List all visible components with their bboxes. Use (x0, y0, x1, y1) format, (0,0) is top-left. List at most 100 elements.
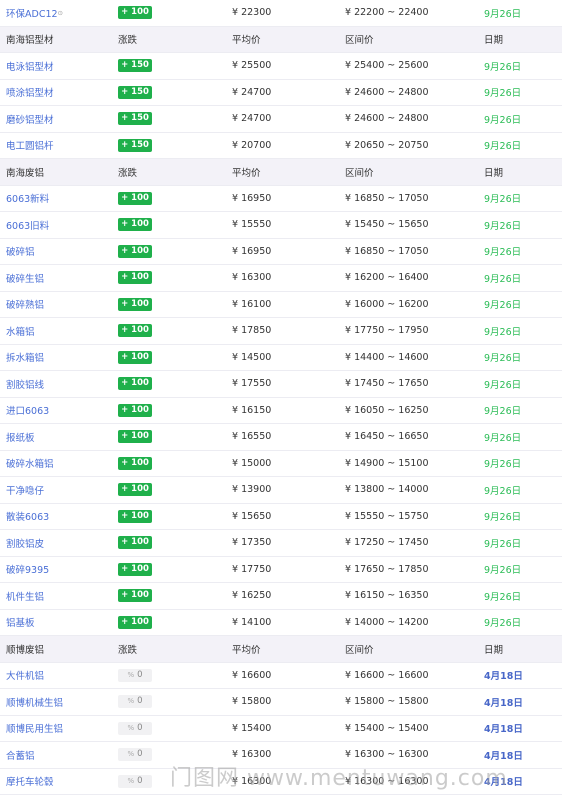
column-header-date: 日期 (484, 644, 504, 656)
avg-price: ¥ 17850 (232, 325, 272, 337)
price-range: ¥ 16850 ~ 17050 (345, 245, 429, 257)
change-flat-badge: % 0 (118, 668, 152, 682)
product-cell: 破碎熟铝 (6, 292, 44, 318)
product-cell: 机件生铝 (6, 583, 44, 609)
change-up-badge: + 150 (118, 112, 152, 126)
table-row: 报纸板 + 100 ¥ 16550 ¥ 16450 ~ 16650 9月26日 (0, 424, 562, 451)
product-link[interactable]: 电工圆铝杆 (6, 138, 54, 152)
price-range: ¥ 16000 ~ 16200 (345, 298, 429, 310)
change-up-badge: + 100 (118, 403, 152, 417)
product-link[interactable]: 割胶铝皮 (6, 536, 44, 550)
price-range: ¥ 15450 ~ 15650 (345, 219, 429, 231)
update-date: 9月26日 (484, 88, 522, 100)
change-cell: + 100 (118, 398, 152, 424)
change-up-badge: + 100 (118, 6, 152, 20)
update-date: 9月26日 (484, 538, 522, 550)
avg-price: ¥ 16300 (232, 272, 272, 284)
product-link[interactable]: 电泳铝型材 (6, 59, 54, 73)
update-date: 9月26日 (484, 565, 522, 577)
change-value: 0 (137, 775, 143, 786)
product-link[interactable]: 磨砂铝型材 (6, 112, 54, 126)
price-range: ¥ 17450 ~ 17650 (345, 378, 429, 390)
price-range: ¥ 15400 ~ 15400 (345, 722, 429, 734)
product-link[interactable]: 铝基板 (6, 615, 35, 629)
product-cell: 铝基板 (6, 610, 35, 636)
table-row: 破碎生铝 + 100 ¥ 16300 ¥ 16200 ~ 16400 9月26日 (0, 265, 562, 292)
price-range: ¥ 24600 ~ 24800 (345, 86, 429, 98)
column-header-avg: 平均价 (232, 35, 261, 47)
product-cell: 合蓄铝 (6, 742, 35, 768)
product-link[interactable]: 进口6063 (6, 403, 49, 417)
change-cell: + 100 (118, 451, 152, 477)
category-title: 南海废铝 (6, 167, 45, 179)
price-range: ¥ 14900 ~ 15100 (345, 457, 429, 469)
product-link[interactable]: 报纸板 (6, 430, 35, 444)
product-link[interactable]: 6063新料 (6, 191, 49, 205)
price-range: ¥ 25400 ~ 25600 (345, 60, 429, 72)
change-value: 0 (137, 722, 143, 733)
update-date: 9月26日 (484, 379, 522, 391)
update-date: 9月26日 (484, 141, 522, 153)
column-header-change: 涨跌 (118, 167, 138, 179)
table-row: 电工圆铝杆 + 150 ¥ 20700 ¥ 20650 ~ 20750 9月26日 (0, 133, 562, 159)
product-link[interactable]: 干净喼仔 (6, 483, 44, 497)
product-link[interactable]: 大件机铝 (6, 668, 44, 682)
price-range: ¥ 17650 ~ 17850 (345, 563, 429, 575)
change-value: 0 (137, 669, 143, 680)
product-cell: 破碎9395 (6, 557, 49, 583)
change-flat-badge: % 0 (118, 748, 152, 762)
product-link[interactable]: 拆水箱铝 (6, 350, 44, 364)
change-cell: + 100 (118, 186, 152, 212)
product-cell: 割胶铝皮 (6, 530, 44, 556)
product-link[interactable]: 破碎熟铝 (6, 297, 44, 311)
product-link[interactable]: 合蓄铝 (6, 748, 35, 762)
avg-price: ¥ 16100 (232, 298, 272, 310)
product-link[interactable]: 环保ADC12 (6, 6, 58, 20)
table-row: 铝基板 + 100 ¥ 14100 ¥ 14000 ~ 14200 9月26日 (0, 610, 562, 636)
product-cell: 报纸板 (6, 424, 35, 450)
product-cell: 破碎水箱铝 (6, 451, 54, 477)
product-link[interactable]: 水箱铝 (6, 324, 35, 338)
product-link[interactable]: 机件生铝 (6, 589, 44, 603)
change-cell: + 150 (118, 106, 152, 132)
avg-price: ¥ 20700 (232, 139, 272, 151)
product-link[interactable]: 破碎9395 (6, 562, 49, 576)
change-up-badge: + 100 (118, 615, 152, 629)
price-range: ¥ 16200 ~ 16400 (345, 272, 429, 284)
price-range: ¥ 15550 ~ 15750 (345, 510, 429, 522)
product-link[interactable]: 顺博机械生铝 (6, 695, 63, 709)
product-link[interactable]: 6063旧料 (6, 218, 49, 232)
change-cell: + 100 (118, 212, 152, 238)
category-title: 南海铝型材 (6, 35, 54, 47)
section-header: 南海废铝 涨跌 平均价 区间价 日期 (0, 159, 562, 186)
change-up-badge: + 100 (118, 271, 152, 285)
product-cell: 磨砂铝型材 (6, 106, 54, 132)
product-link[interactable]: 破碎铝 (6, 244, 35, 258)
change-value: 0 (137, 749, 143, 760)
avg-price: ¥ 17350 (232, 537, 272, 549)
product-link[interactable]: 割胶铝线 (6, 377, 44, 391)
avg-price: ¥ 15000 (232, 457, 272, 469)
table-row: 破碎9395 + 100 ¥ 17750 ¥ 17650 ~ 17850 9月26日 (0, 557, 562, 583)
avg-price: ¥ 25500 (232, 60, 272, 72)
product-link[interactable]: 顺博民用生铝 (6, 721, 63, 735)
product-link[interactable]: 摩托车轮毂 (6, 774, 54, 788)
change-cell: % 0 (118, 742, 152, 768)
change-cell: + 100 (118, 345, 152, 371)
product-link[interactable]: 喷涂铝型材 (6, 85, 54, 99)
table-row: 机件生铝 + 100 ¥ 16250 ¥ 16150 ~ 16350 9月26日 (0, 583, 562, 610)
product-cell: 割胶铝线 (6, 371, 44, 397)
category-title: 顺博废铝 (6, 644, 45, 656)
change-up-badge: + 100 (118, 297, 152, 311)
product-cell: 电工圆铝杆 (6, 133, 54, 159)
column-header-avg: 平均价 (232, 644, 261, 656)
avg-price: ¥ 17550 (232, 378, 272, 390)
table-row: 破碎熟铝 + 100 ¥ 16100 ¥ 16000 ~ 16200 9月26日 (0, 292, 562, 318)
product-link[interactable]: 破碎生铝 (6, 271, 44, 285)
product-link[interactable]: 破碎水箱铝 (6, 456, 54, 470)
change-flat-badge: % 0 (118, 774, 152, 788)
update-date: 9月26日 (484, 8, 522, 20)
product-link[interactable]: 散装6063 (6, 509, 49, 523)
avg-price: ¥ 15550 (232, 219, 272, 231)
change-cell: + 100 (118, 530, 152, 556)
